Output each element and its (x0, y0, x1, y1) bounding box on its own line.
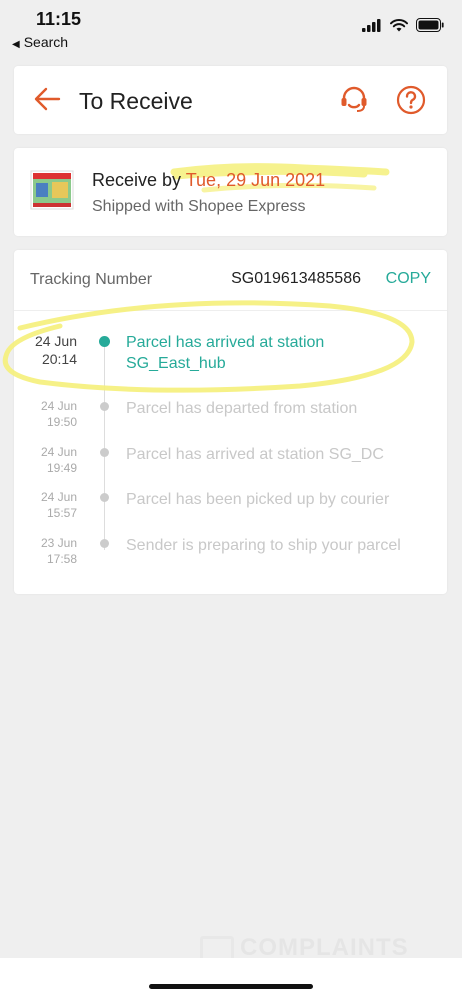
event-date: 23 Jun 17:58 (40, 536, 77, 566)
delivery-info-card: Receive by Tue, 29 Jun 2021 Shipped with… (14, 148, 447, 236)
back-triangle-icon: ◀ (12, 39, 20, 50)
event-text: Sender is preparing to ship your parcel (126, 537, 401, 554)
product-thumbnail (30, 170, 74, 210)
back-arrow-icon[interactable] (32, 84, 62, 114)
status-bar: 11:15 ◀ Search (0, 0, 462, 56)
receive-by-text: Receive by Tue, 29 Jun 2021 (92, 170, 325, 191)
tracking-number-label: Tracking Number (30, 271, 153, 288)
event-date: 24 Jun 19:49 (40, 445, 77, 475)
battery-icon (416, 18, 444, 32)
event-date: 24 Jun 15:57 (40, 490, 77, 520)
event-dot (100, 448, 109, 457)
event-date: 24 Jun 19:50 (40, 399, 77, 429)
event-dot (100, 539, 109, 548)
customer-support-icon[interactable] (338, 84, 370, 116)
wifi-icon (390, 18, 408, 31)
back-search-label: Search (23, 34, 69, 50)
cellular-signal-icon (362, 18, 381, 32)
receive-by-date: Tue, 29 Jun 2021 (185, 170, 326, 190)
receive-by-label: Receive by (92, 170, 186, 190)
bottom-bar (0, 958, 462, 1000)
tracking-number-value: SG019613485586 (231, 270, 361, 287)
back-to-search-link[interactable]: ◀ Search (12, 34, 68, 50)
status-icons (362, 18, 444, 32)
shipping-carrier: Shipped with Shopee Express (92, 198, 306, 215)
event-dot (100, 493, 109, 502)
header-bar: To Receive (14, 66, 447, 134)
home-indicator[interactable] (149, 984, 313, 989)
yellow-circle-mark (2, 300, 415, 393)
event-text: Parcel has departed from station (126, 400, 358, 417)
page-title: To Receive (79, 88, 193, 114)
event-text: Parcel has been picked up by courier (126, 491, 390, 508)
event-dot (100, 402, 109, 411)
help-icon[interactable] (396, 85, 426, 115)
copy-button[interactable]: COPY (386, 270, 431, 288)
event-text: Parcel has arrived at station SG_DC (126, 446, 384, 463)
status-time: 11:15 (36, 9, 82, 29)
